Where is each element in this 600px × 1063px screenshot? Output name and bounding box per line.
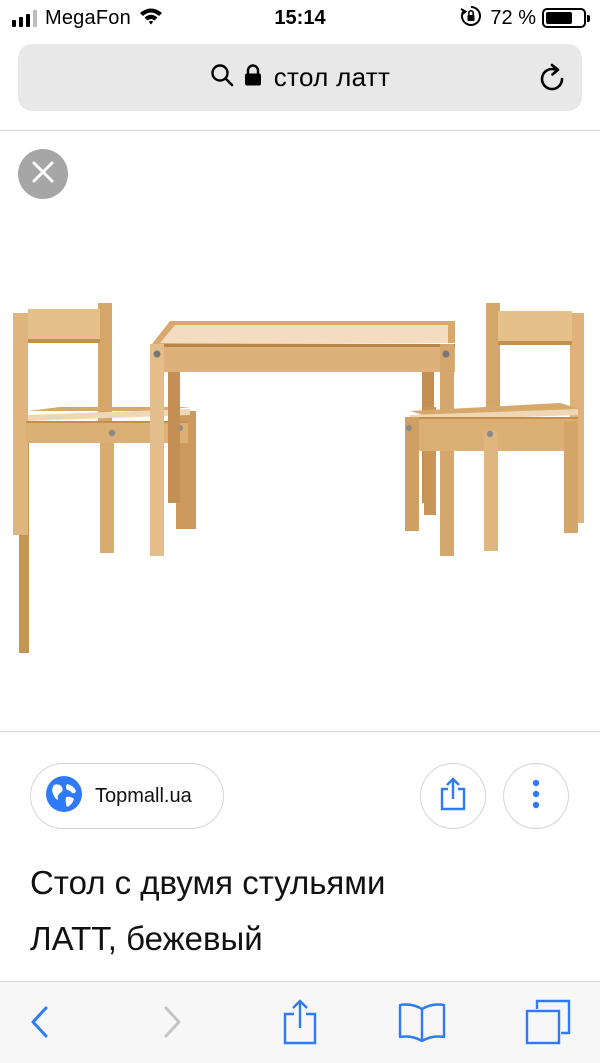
close-icon (31, 160, 55, 189)
tabs-icon (524, 998, 572, 1051)
bookmarks-icon (397, 1001, 447, 1048)
orientation-lock-icon (460, 5, 482, 32)
battery-percent: 72 % (490, 6, 536, 29)
image-viewer[interactable] (0, 131, 600, 731)
share-icon (282, 998, 318, 1050)
address-text[interactable]: стол латт (274, 62, 390, 93)
image-divider (0, 731, 600, 732)
address-bar[interactable]: стол латт (18, 44, 582, 111)
caption-line-1: Стол с двумя стульями (30, 864, 386, 901)
toolbar-share-button[interactable] (274, 998, 326, 1050)
lock-icon (244, 64, 262, 91)
globe-icon (45, 775, 83, 818)
more-vertical-icon (531, 778, 541, 815)
back-button[interactable] (14, 1000, 66, 1048)
share-icon (439, 776, 467, 816)
reload-icon[interactable] (536, 62, 568, 94)
image-caption: Стол с двумя стульями ЛАТТ, бежевый (30, 855, 570, 967)
bookmarks-button[interactable] (396, 1000, 448, 1048)
tabs-button[interactable] (522, 998, 574, 1051)
source-label: Topmall.ua (95, 784, 192, 807)
address-bar-content[interactable]: стол латт (18, 44, 582, 111)
close-button[interactable] (18, 149, 68, 199)
share-button[interactable] (420, 763, 486, 829)
battery-icon (542, 8, 590, 28)
caption-line-2: ЛАТТ, бежевый (30, 920, 263, 957)
search-icon (210, 63, 234, 92)
more-button[interactable] (503, 763, 569, 829)
forward-button[interactable] (146, 1000, 198, 1048)
status-right: 72 % (460, 5, 590, 32)
status-bar: MegaFon 15:14 72 % (0, 0, 600, 36)
bottom-toolbar (0, 981, 600, 1063)
forward-icon (162, 1005, 182, 1044)
back-icon (30, 1005, 50, 1044)
source-link[interactable]: Topmall.ua (30, 763, 224, 829)
battery-fill (546, 12, 572, 24)
product-image[interactable] (0, 131, 600, 731)
